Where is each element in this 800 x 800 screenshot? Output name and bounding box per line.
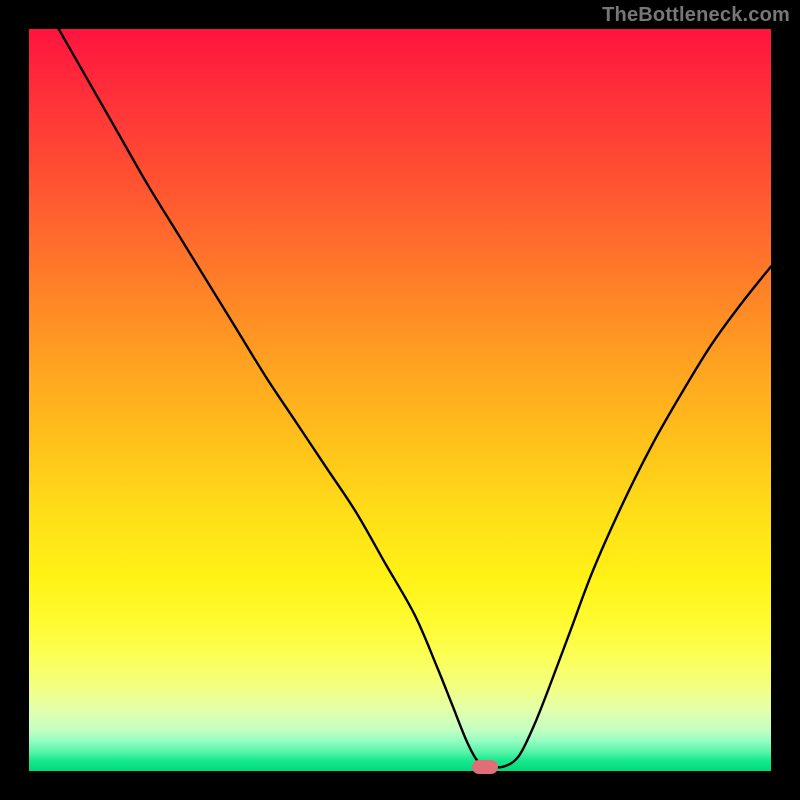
optimum-marker	[472, 760, 498, 774]
attribution-text: TheBottleneck.com	[602, 4, 790, 27]
plot-area	[29, 29, 771, 771]
chart-frame: TheBottleneck.com	[0, 0, 800, 800]
bottleneck-curve	[29, 29, 771, 771]
